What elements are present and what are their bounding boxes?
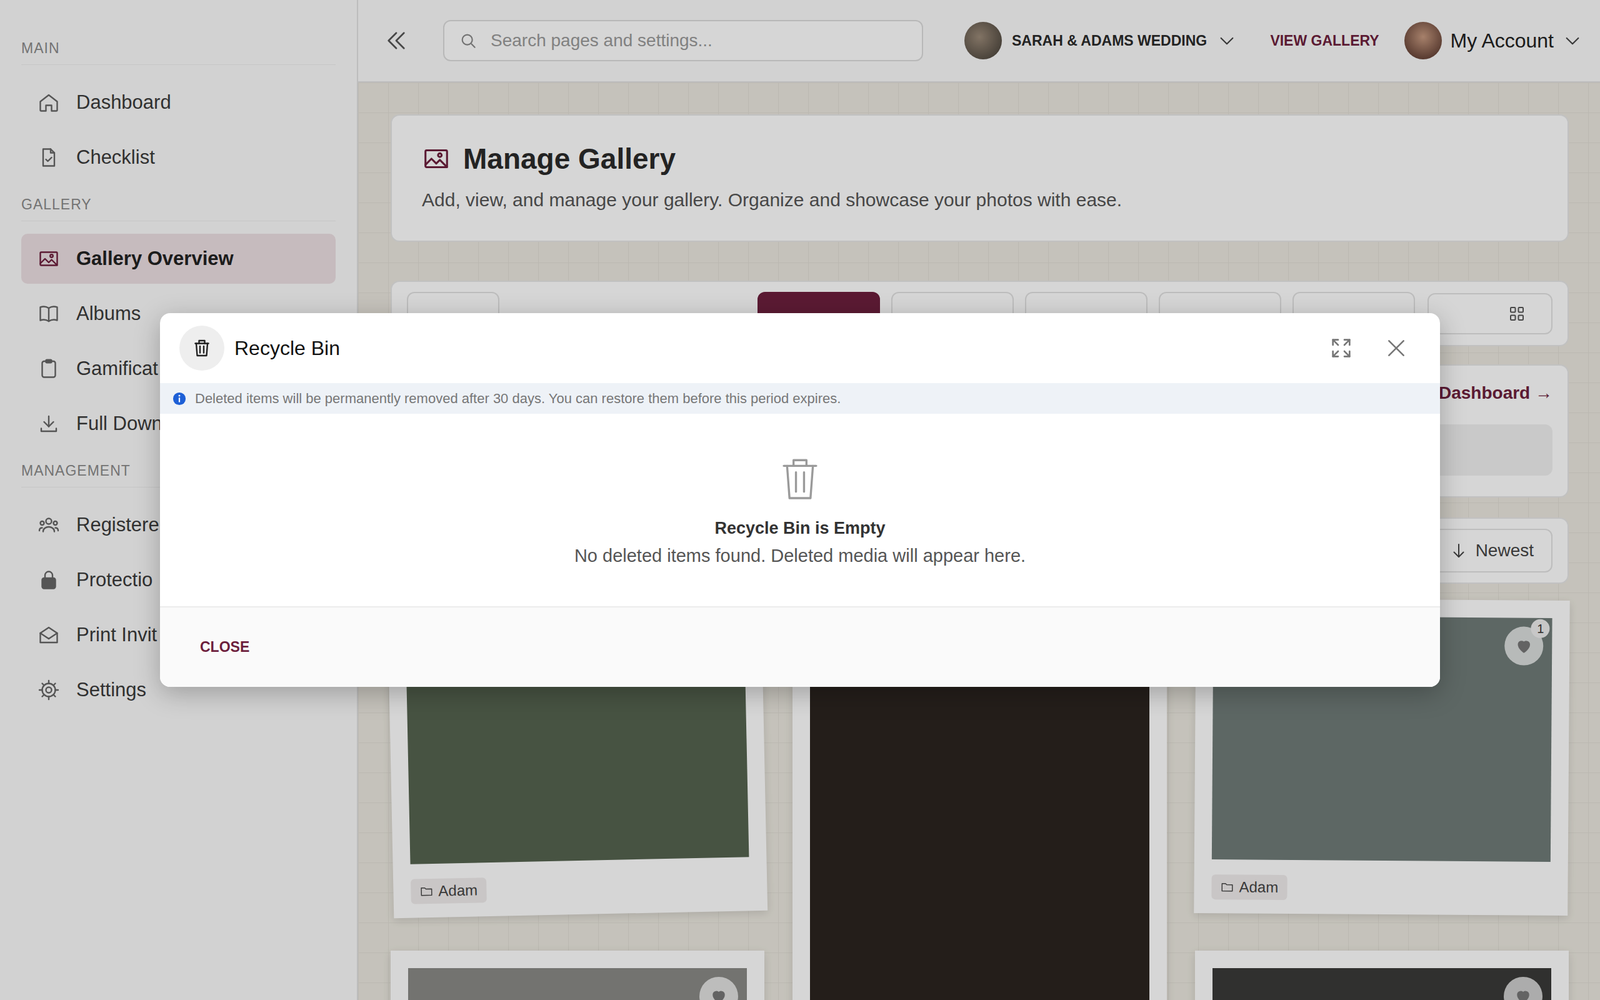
close-icon[interactable]	[1383, 335, 1409, 361]
trash-icon	[780, 455, 820, 503]
trash-icon	[190, 336, 214, 360]
info-icon	[172, 391, 187, 406]
close-button[interactable]: CLOSE	[191, 632, 259, 662]
empty-title: Recycle Bin is Empty	[714, 518, 885, 539]
modal-overlay[interactable]: Recycle Bin Deleted items will be permane…	[0, 0, 1600, 1000]
info-banner: Deleted items will be permanently remove…	[160, 383, 1440, 414]
expand-icon[interactable]	[1328, 335, 1354, 361]
app: MAINDashboardChecklistGALLERYGallery Ove…	[0, 0, 1600, 1000]
modal-title: Recycle Bin	[234, 336, 340, 360]
empty-state: Recycle Bin is Empty No deleted items fou…	[160, 413, 1440, 607]
modal-badge	[179, 325, 225, 371]
empty-text: No deleted items found. Deleted media wi…	[574, 545, 1026, 567]
recycle-bin-modal: Recycle Bin Deleted items will be permane…	[160, 313, 1440, 687]
